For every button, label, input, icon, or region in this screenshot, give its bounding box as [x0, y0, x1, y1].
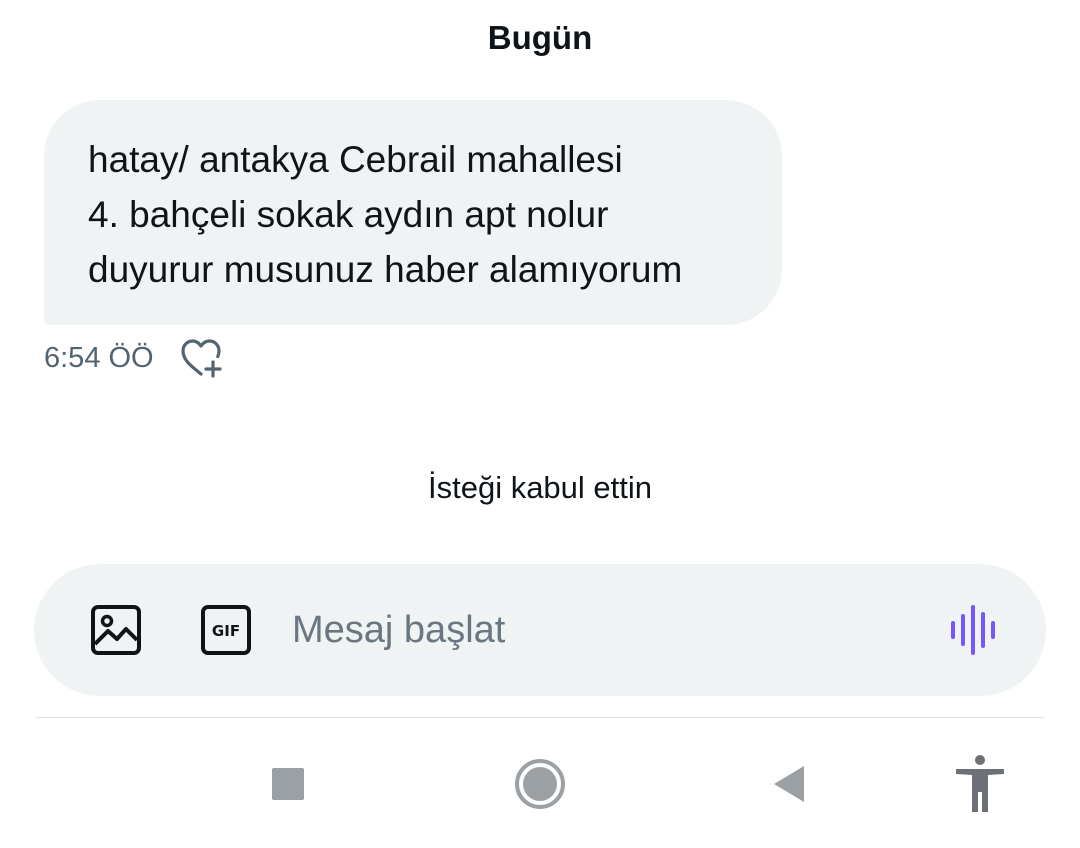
- message-line-2: 4. bahçeli sokak aydın apt nolur: [88, 194, 609, 235]
- circle-icon: [515, 759, 565, 809]
- gif-icon: GIF: [201, 605, 251, 655]
- image-icon: [91, 605, 141, 655]
- triangle-back-icon: [774, 766, 804, 802]
- message-meta: 6:54 ÖÖ: [44, 334, 224, 382]
- message-line-1: hatay/ antakya Cebrail mahallesi: [88, 139, 623, 180]
- nav-recents-button[interactable]: [256, 752, 320, 816]
- date-header: Bugün: [487, 19, 593, 56]
- nav-accessibility-button[interactable]: [948, 752, 1012, 816]
- add-gif-button[interactable]: GIF: [200, 604, 252, 656]
- message-input[interactable]: [292, 600, 912, 660]
- message-timestamp: 6:54 ÖÖ: [44, 342, 154, 374]
- square-icon: [272, 768, 304, 800]
- add-reaction-button[interactable]: [178, 335, 224, 381]
- message-composer: GIF: [34, 564, 1046, 696]
- voice-message-button[interactable]: [948, 604, 1000, 656]
- message-line-3: duyurur musunuz haber alamıyorum: [88, 249, 683, 290]
- message-bubble[interactable]: hatay/ antakya Cebrail mahallesi 4. bahç…: [44, 100, 782, 325]
- nav-home-button[interactable]: [508, 752, 572, 816]
- heart-plus-icon: [181, 339, 222, 378]
- add-media-button[interactable]: [90, 604, 142, 656]
- voice-wave-icon: [951, 605, 995, 655]
- gif-label: GIF: [212, 622, 240, 640]
- system-nav-bar: [0, 718, 1080, 848]
- nav-back-button[interactable]: [756, 752, 820, 816]
- accessibility-icon: [956, 755, 1004, 812]
- system-note: İsteği kabul ettin: [427, 470, 653, 505]
